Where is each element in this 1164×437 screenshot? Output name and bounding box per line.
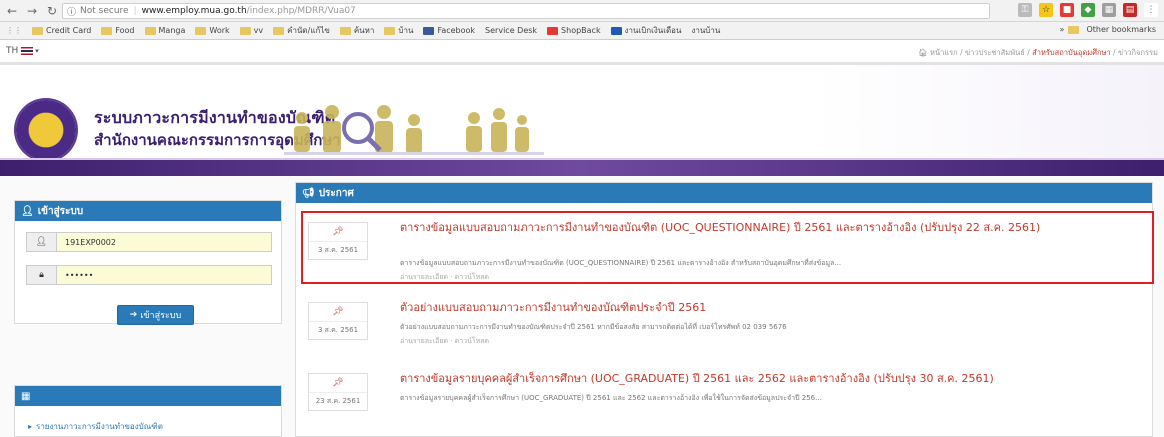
bookmark-item[interactable]: Work bbox=[195, 26, 230, 35]
back-icon[interactable]: ← bbox=[4, 3, 20, 19]
breadcrumb-item[interactable]: สำหรับสถาบันอุดมศึกษา bbox=[1032, 48, 1111, 57]
login-button-label: เข้าสู่ระบบ bbox=[140, 311, 182, 321]
bookmark-item[interactable]: Manga bbox=[144, 26, 185, 35]
news-title-link[interactable]: ตารางข้อมูลรายบุคคลผู้สำเร็จการศึกษา (UO… bbox=[400, 371, 1140, 386]
bookmark-item[interactable]: Food bbox=[101, 26, 135, 35]
sign-in-icon: ➔ bbox=[129, 310, 138, 320]
address-bar[interactable]: ⓘ Not secure | www.employ.mua.go.th /ind… bbox=[62, 3, 990, 19]
forward-icon[interactable]: → bbox=[24, 3, 40, 19]
extension-red-icon[interactable]: ■ bbox=[1060, 3, 1074, 17]
calendar-icon: ▦ bbox=[21, 390, 31, 402]
pin-icon: 📌︎ bbox=[332, 307, 344, 317]
extension-pdf-icon[interactable]: ▤ bbox=[1123, 3, 1137, 17]
banner-purple-bar bbox=[0, 160, 1164, 176]
thai-flag-icon bbox=[21, 47, 34, 55]
bookmark-item[interactable]: งานเบิกเงินเดือน bbox=[610, 24, 681, 37]
date-badge: 📌︎ 23 ส.ค. 2561 bbox=[308, 373, 368, 411]
breadcrumb-item[interactable]: ข่าวประชาสัมพันธ์ bbox=[965, 48, 1025, 57]
news-date: 3 ส.ค. 2561 bbox=[309, 321, 367, 336]
menu-dots-icon[interactable]: ⋮ bbox=[1144, 3, 1158, 17]
lock-icon: 🔒︎ bbox=[26, 265, 56, 285]
browser-toolbar: ← → ↻ ⓘ Not secure | www.employ.mua.go.t… bbox=[0, 0, 1164, 22]
chevron-right-icon[interactable]: » bbox=[1060, 25, 1065, 34]
news-item[interactable]: 📌︎ 23 ส.ค. 2561 ตารางข้อมูลรายบุคคลผู้สำ… bbox=[302, 363, 1152, 437]
university-logo-icon bbox=[16, 100, 76, 160]
highlight-box bbox=[301, 211, 1154, 284]
chevron-right-icon: ▸ bbox=[28, 422, 33, 431]
star-icon[interactable]: ☆ bbox=[1039, 3, 1053, 17]
news-meta[interactable]: อ่านรายละเอียด · ดาวน์โหลด bbox=[400, 336, 489, 347]
bookmark-item[interactable]: ค้นหา bbox=[339, 24, 374, 37]
bookmark-item[interactable]: บ้าน bbox=[384, 24, 413, 37]
password-input[interactable] bbox=[56, 265, 272, 285]
username-field: 👤︎ bbox=[26, 232, 272, 252]
address-domain: www.employ.mua.go.th bbox=[141, 6, 247, 16]
news-panel-header: 📢︎ ประกาศ bbox=[296, 183, 1152, 203]
info-icon[interactable]: ⓘ bbox=[67, 5, 76, 18]
bullhorn-icon: 📢︎ bbox=[302, 187, 315, 199]
banner-border bbox=[0, 158, 1164, 160]
bookmark-item[interactable]: งานบ้าน bbox=[691, 24, 720, 37]
date-badge: 📌︎ 3 ส.ค. 2561 bbox=[308, 302, 368, 340]
bookmark-item[interactable]: ShopBack bbox=[547, 26, 601, 35]
login-heading: เข้าสู่ระบบ bbox=[37, 205, 84, 217]
news-heading: ประกาศ bbox=[318, 187, 354, 199]
home-icon: 🏠︎ bbox=[918, 48, 931, 57]
news-description: ตัวอย่างแบบสอบถามภาวะการมีงานทำของบัณฑิต… bbox=[400, 323, 787, 331]
user-icon: 👤︎ bbox=[21, 205, 34, 217]
bookmark-item[interactable]: vv bbox=[239, 26, 263, 35]
news-item[interactable]: 📌︎ 3 ส.ค. 2561 ตัวอย่างแบบสอบถามภาวะการม… bbox=[302, 292, 1152, 366]
reload-icon[interactable]: ↻ bbox=[44, 3, 60, 19]
login-button[interactable]: ➔ เข้าสู่ระบบ bbox=[117, 305, 194, 325]
language-selector[interactable]: TH ▾ bbox=[6, 46, 39, 56]
extension-icons: ⚿ ☆ ■ ◆ ▦ ▤ ⋮ bbox=[1018, 3, 1158, 17]
login-panel-header: 👤︎ เข้าสู่ระบบ bbox=[15, 201, 281, 221]
bookmark-item[interactable]: Facebook bbox=[423, 26, 475, 35]
extension-green-icon[interactable]: ◆ bbox=[1081, 3, 1095, 17]
username-input[interactable] bbox=[56, 232, 272, 252]
bookmark-item[interactable]: Credit Card bbox=[32, 26, 91, 35]
user-icon: 👤︎ bbox=[26, 232, 56, 252]
bookmarks-bar: ⋮⋮ Credit Card Food Manga Work vv คำนัด/… bbox=[0, 22, 1164, 40]
graduates-illustration bbox=[284, 105, 544, 155]
pin-icon: 📌︎ bbox=[332, 378, 344, 388]
extension-grey-icon[interactable]: ▦ bbox=[1102, 3, 1116, 17]
password-field: 🔒︎ bbox=[26, 265, 272, 285]
bookmark-item[interactable]: Service Desk bbox=[485, 26, 537, 35]
apps-icon[interactable]: ⋮⋮ bbox=[6, 26, 22, 35]
news-title-link[interactable]: ตัวอย่างแบบสอบถามภาวะการมีงานทำของบัณฑิต… bbox=[400, 300, 1140, 315]
menu-item-label: รายงานภาวะการมีงานทำของบัณฑิต bbox=[36, 422, 163, 431]
bookmark-item[interactable]: คำนัด/แก้ไข bbox=[273, 24, 330, 37]
breadcrumb-item[interactable]: ข่าวกิจกรรม bbox=[1118, 48, 1158, 57]
breadcrumb-item[interactable]: หน้าแรก bbox=[930, 48, 958, 57]
news-description: ตารางข้อมูลรายบุคคลผู้สำเร็จการศึกษา (UO… bbox=[400, 394, 822, 402]
menu-panel-header: ▦ bbox=[15, 386, 281, 406]
other-bookmarks[interactable]: Other bookmarks bbox=[1086, 25, 1156, 34]
menu-item-report[interactable]: ▸ รายงานภาวะการมีงานทำของบัณฑิต bbox=[28, 420, 163, 433]
breadcrumb: 🏠︎ หน้าแรก / ข่าวประชาสัมพันธ์ / สำหรับส… bbox=[918, 48, 1158, 57]
key-icon[interactable]: ⚿ bbox=[1018, 3, 1032, 17]
news-date: 23 ส.ค. 2561 bbox=[309, 392, 367, 407]
security-label: Not secure bbox=[80, 6, 129, 16]
address-path: /index.php/MDRR/Vua07 bbox=[246, 6, 356, 16]
